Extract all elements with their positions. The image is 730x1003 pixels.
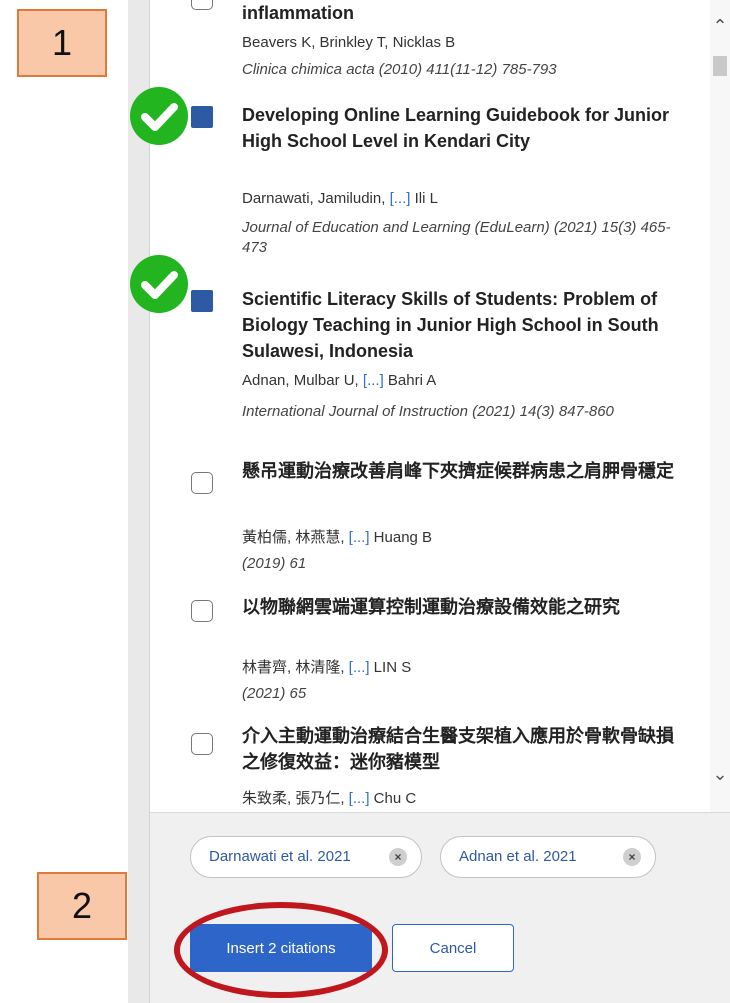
reference-checkbox[interactable] [191,106,213,128]
list-scrollbar[interactable]: ⌃ ⌄ [710,0,730,812]
reference-journal: (2019) 61 [242,555,307,572]
authors-text: Ili L [410,190,438,207]
scroll-thumb[interactable] [713,56,727,76]
chevron-down-icon[interactable]: ⌄ [710,764,730,784]
reference-authors: 黃柏儒, 林燕慧, [...] Huang B [242,526,682,547]
authors-text: Bahri A [383,372,437,389]
authors-text: 黃柏儒, 林燕慧, [242,529,349,546]
selected-citation-chip: Darnawati et al. 2021 × [190,836,422,878]
reference-checkbox[interactable] [191,472,213,494]
authors-text: 林書齊, 林清隆, [242,659,349,676]
reference-journal: (2021) 65 [242,685,307,702]
reference-title[interactable]: Scientific Literacy Skills of Students: … [242,286,682,364]
reference-journal: International Journal of Instruction (20… [242,403,614,420]
reference-title[interactable]: 介入主動運動治療結合生醫支架植入應用於骨軟骨缺損之修復效益：迷你豬模型 [242,723,682,775]
highlight-ellipse [174,902,388,998]
more-authors-link[interactable]: [...] [363,372,384,389]
chip-label: Darnawati et al. 2021 [209,848,351,865]
reference-title[interactable]: 以物聯網雲端運算控制運動治療設備效能之研究 [242,594,682,620]
reference-title[interactable]: 懸吊運動治療改善肩峰下夾擠症候群病患之肩胛骨穩定 [242,458,682,484]
reference-journal: Journal of Education and Learning (EduLe… [242,219,671,256]
reference-list: inflammation Beavers K, Brinkley T, Nick… [150,0,710,812]
step-2-label: 2 [37,872,127,940]
reference-checkbox[interactable] [191,733,213,755]
reference-authors: 林書齊, 林清隆, [...] LIN S [242,656,682,677]
selected-citation-chip: Adnan et al. 2021 × [440,836,656,878]
reference-authors: Beavers K, Brinkley T, Nicklas B [242,34,456,51]
reference-journal: Clinica chimica acta (2010) 411(11-12) 7… [242,61,557,78]
authors-text: Chu C [369,790,417,807]
more-authors-link[interactable]: [...] [349,790,370,807]
authors-text: Darnawati, Jamiludin, [242,190,390,207]
more-authors-link[interactable]: [...] [349,529,370,546]
cancel-button[interactable]: Cancel [392,924,514,972]
left-gutter [0,0,128,1003]
reference-checkbox[interactable] [191,290,213,312]
reference-checkbox[interactable] [191,0,213,10]
step-1-label: 1 [17,9,107,77]
authors-text: 朱致柔, 張乃仁, [242,790,349,807]
authors-text: LIN S [369,659,412,676]
authors-text: Huang B [369,529,433,546]
more-authors-link[interactable]: [...] [349,659,370,676]
reference-authors: 朱致柔, 張乃仁, [...] Chu C [242,787,682,808]
left-panel-edge [128,0,150,1003]
citation-panel: inflammation Beavers K, Brinkley T, Nick… [150,0,730,1003]
checkmark-icon [130,255,188,313]
chevron-up-icon[interactable]: ⌃ [710,16,730,36]
reference-title[interactable]: Developing Online Learning Guidebook for… [242,102,682,154]
close-icon[interactable]: × [389,848,407,866]
reference-authors: Adnan, Mulbar U, [...] Bahri A [242,372,682,389]
authors-text: Adnan, Mulbar U, [242,372,363,389]
reference-title[interactable]: inflammation [242,0,682,26]
more-authors-link[interactable]: [...] [390,190,411,207]
reference-checkbox[interactable] [191,600,213,622]
close-icon[interactable]: × [623,848,641,866]
checkmark-icon [130,87,188,145]
chip-label: Adnan et al. 2021 [459,848,577,865]
reference-authors: Darnawati, Jamiludin, [...] Ili L [242,190,682,207]
citation-picker-screen: inflammation Beavers K, Brinkley T, Nick… [0,0,730,1003]
